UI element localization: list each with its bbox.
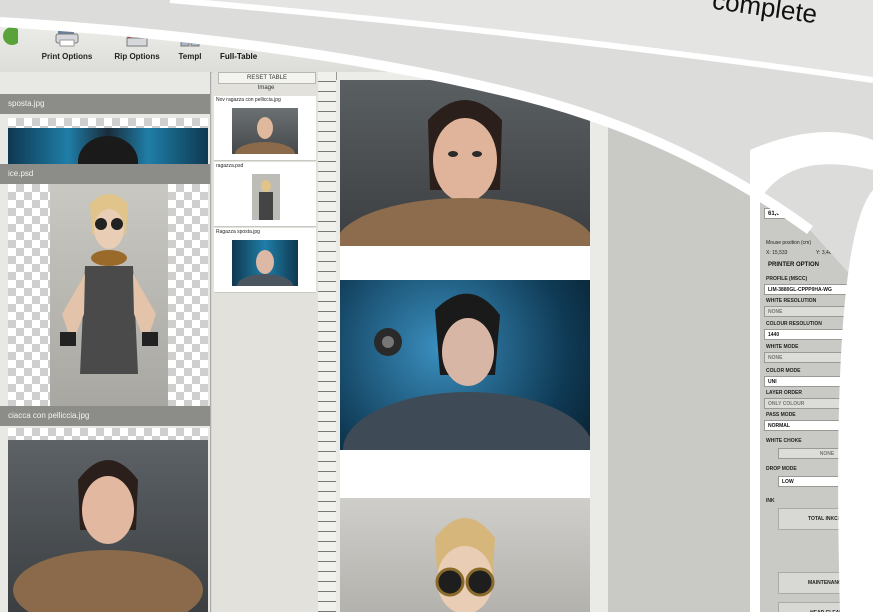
layer-order-label: LAYER ORDER — [766, 390, 802, 396]
canvas-image-blue-portrait[interactable] — [340, 280, 593, 508]
thumb-portrait — [235, 117, 295, 154]
colour-mode-label: COLOR MODE — [766, 368, 801, 374]
full-table-tab[interactable]: Full-Table — [220, 52, 257, 61]
row-filename: ragazza.psd — [216, 163, 244, 169]
canvas-gap — [340, 450, 590, 498]
fur-coat-photo-preview[interactable] — [8, 440, 208, 612]
table-row[interactable]: Ragazza sposta.jpg — [214, 228, 316, 293]
portrait-illustration — [13, 460, 203, 612]
canvas-image-fur-coat[interactable] — [335, 80, 595, 294]
portrait-silhouette — [78, 136, 138, 164]
image-library-panel: sposta.jpg ice.psd ciacca con pelliccia.… — [0, 72, 211, 612]
transparent-image-preview[interactable] — [8, 184, 208, 406]
colour-mode-select[interactable]: UNI — [764, 376, 873, 387]
green-arrow-icon — [3, 27, 18, 45]
white-resolution-label: WHITE RESOLUTION — [766, 298, 817, 304]
portrait-illustration — [343, 293, 593, 508]
mouse-position-label: Mouse position (cm) — [766, 240, 812, 246]
table-row[interactable]: ragazza.psd — [214, 162, 316, 227]
library-thumbnail-blue[interactable] — [8, 128, 208, 164]
table-row[interactable]: Nov ragazza con pelliccia.jpg — [214, 96, 316, 161]
white-mode-select[interactable]: NONE — [764, 352, 873, 363]
height-label: HEIGHT: — [766, 198, 786, 204]
width-input[interactable]: 61,00€ — [764, 180, 844, 191]
drop-mode-select[interactable]: LOW — [778, 476, 873, 487]
templates-button[interactable]: Templ — [168, 24, 212, 70]
pass-mode-label: PASS MODE — [766, 412, 796, 418]
head-clean-button[interactable]: HEAD CLEAN — [778, 602, 873, 612]
vertical-ruler[interactable] — [318, 72, 337, 612]
mouse-y-readout: Y: 3,46 — [816, 250, 832, 256]
profile-label: PROFILE (MSCC) — [766, 276, 808, 282]
rip-software-window: Print Options Rip Options Templ sposta.j… — [0, 0, 873, 612]
white-choke-select[interactable]: NONE — [778, 448, 873, 459]
transparency-strip — [8, 118, 208, 128]
rip-icon — [126, 26, 148, 47]
height-input[interactable]: 61,002 — [764, 208, 844, 219]
library-item-header[interactable]: ciacca con pelliccia.jpg — [0, 406, 210, 426]
print-canvas[interactable] — [335, 80, 608, 612]
rip-options-button[interactable]: Rip Options — [102, 24, 172, 70]
canvas-image-goggles[interactable] — [340, 498, 590, 612]
image-column-header: Image — [257, 85, 275, 91]
row-thumbnail — [232, 240, 298, 286]
pass-mode-select[interactable]: NORMAL — [764, 420, 873, 431]
print-options-button[interactable]: Print Options — [32, 24, 102, 70]
canvas-gap — [340, 246, 590, 280]
row-thumbnail — [252, 174, 280, 220]
colour-resolution-select[interactable]: 1440 — [764, 329, 873, 340]
thumb-figure — [259, 180, 273, 220]
white-mode-label: WHITE MODE — [766, 344, 799, 350]
mouse-x-readout: X: 15,533 — [766, 250, 788, 256]
printer-settings-panel: WIDTH: 61,00€ HEIGHT: 61,002 cm Mouse po… — [758, 72, 873, 612]
printer-icon — [55, 26, 79, 47]
library-item-header[interactable]: ice.psd — [0, 164, 210, 184]
template-icon — [180, 25, 200, 47]
templates-label: Templ — [178, 52, 202, 61]
printer-options-heading: PRINTER OPTION — [768, 262, 820, 268]
rip-options-label: Rip Options — [114, 52, 160, 61]
library-item-header[interactable]: sposta.jpg — [0, 94, 210, 114]
ink-label: INK — [766, 498, 775, 504]
workspace-background — [608, 72, 758, 612]
height-unit: cm — [850, 212, 858, 218]
table-layout-panel: Full-Table RESET TABLE Image Nov ragazza… — [212, 52, 319, 612]
row-thumbnail — [232, 108, 298, 154]
transparency-strip — [8, 428, 208, 440]
maintenance-button[interactable]: MAINTENANCE — [778, 572, 873, 594]
white-resolution-select[interactable]: NONE — [764, 306, 873, 317]
thumb-portrait-blue — [237, 250, 293, 286]
row-filename: Nov ragazza con pelliccia.jpg — [216, 97, 281, 103]
portrait-illustration — [335, 100, 595, 294]
portrait-illustration — [435, 518, 495, 612]
width-label: WIDTH: — [766, 170, 785, 176]
drop-mode-label: DROP MODE — [766, 466, 797, 472]
goggles-girl-photo — [50, 184, 168, 406]
reset-table-button[interactable]: RESET TABLE — [218, 72, 316, 84]
profile-select[interactable]: LIM-3880GL-CPPP0HA-WG — [764, 284, 873, 295]
layer-order-select[interactable]: ONLY COLOUR — [764, 398, 873, 409]
row-filename: Ragazza sposta.jpg — [216, 229, 260, 235]
total-ink-check-button[interactable]: TOTAL INKCHK — [778, 508, 873, 530]
colour-resolution-label: COLOUR RESOLUTION — [766, 321, 822, 327]
print-options-label: Print Options — [41, 52, 93, 61]
white-choke-label: WHITE CHOKE — [766, 438, 802, 444]
figure-illustration — [60, 194, 158, 374]
